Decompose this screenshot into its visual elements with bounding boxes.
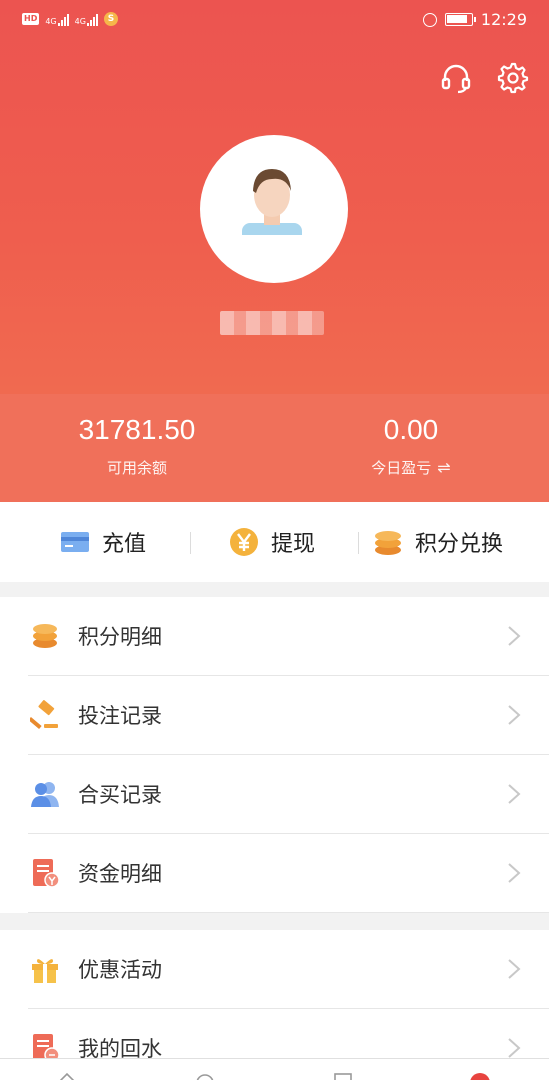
recharge-button[interactable]: 充值: [60, 502, 146, 582]
alarm-icon: [422, 12, 437, 27]
account-screen: HD 4G 4G S 12:29 31781.50 可用余额 0.00 今日盈亏…: [0, 0, 549, 1080]
status-left: HD 4G 4G S: [22, 12, 118, 26]
status-right: 12:29: [422, 10, 527, 29]
today-profit[interactable]: 0.00 今日盈亏 ⇌: [274, 394, 548, 502]
signal-icon: 4G: [45, 12, 69, 26]
menu-item-points-detail[interactable]: 积分明细: [0, 597, 549, 676]
profile-header: HD 4G 4G S 12:29: [0, 0, 549, 394]
discover-tab-icon[interactable]: [194, 1071, 216, 1080]
points-exchange-label: 积分兑换: [415, 532, 504, 557]
today-profit-value: 0.00: [383, 414, 439, 445]
today-profit-label: 今日盈亏: [371, 459, 432, 477]
divider: [358, 532, 359, 554]
app-notification-icon: S: [103, 12, 118, 26]
withdraw-button[interactable]: 提现: [229, 502, 315, 582]
chevron-right-icon: [508, 784, 521, 804]
menu-item-label: 资金明细: [78, 862, 162, 886]
gear-icon[interactable]: [497, 62, 529, 94]
recharge-label: 充值: [102, 532, 147, 557]
balance-panel: 31781.50 可用余额 0.00 今日盈亏 ⇌: [0, 394, 549, 502]
menu-item-label: 合买记录: [78, 783, 162, 807]
avatar-image: [242, 169, 302, 235]
yen-coin-icon: [230, 528, 258, 556]
chevron-right-icon: [508, 959, 521, 979]
battery-icon: [444, 13, 476, 26]
my-tab-icon[interactable]: [470, 1073, 490, 1080]
nickname-blurred: [220, 311, 324, 335]
menu-item-label: 积分明细: [78, 625, 162, 649]
users-icon: [31, 782, 59, 807]
chevron-right-icon: [508, 1038, 521, 1058]
available-balance-value: 31781.50: [78, 414, 196, 445]
menu-item-group-buy-records[interactable]: 合买记录: [0, 755, 549, 834]
chevron-right-icon: [508, 626, 521, 646]
gavel-icon: [30, 700, 58, 730]
gift-icon: [32, 959, 58, 983]
chevron-right-icon: [508, 863, 521, 883]
chevron-right-icon: [508, 705, 521, 725]
bill-icon: [33, 859, 60, 888]
signal-icon-2: 4G: [75, 12, 98, 26]
network-type-1: 4G: [45, 17, 57, 26]
card-icon: [61, 532, 89, 552]
coins-stack-icon: [375, 531, 401, 555]
menu-item-bet-records[interactable]: 投注记录: [0, 676, 549, 755]
row-divider: [28, 912, 549, 913]
today-profit-label-wrap: 今日盈亏 ⇌: [274, 457, 548, 478]
menu-item-promotions[interactable]: 优惠活动: [0, 930, 549, 1009]
bottom-tab-bar: [0, 1058, 549, 1080]
menu-item-label: 优惠活动: [78, 958, 162, 982]
hd-badge: HD: [22, 13, 40, 25]
coins-icon: [33, 624, 57, 648]
points-exchange-button[interactable]: 积分兑换: [373, 502, 503, 582]
withdraw-label: 提现: [271, 532, 316, 557]
available-balance-label: 可用余额: [106, 459, 167, 477]
status-bar: HD 4G 4G S 12:29: [0, 0, 549, 44]
avatar[interactable]: [200, 135, 348, 283]
menu-item-fund-details[interactable]: 资金明细: [0, 834, 549, 913]
home-tab-icon[interactable]: [56, 1071, 78, 1080]
orders-tab-icon[interactable]: [332, 1071, 354, 1080]
menu-group-records: 积分明细 投注记录 合买记录 资金明细: [0, 597, 549, 913]
swap-icon[interactable]: ⇌: [437, 458, 450, 477]
menu-item-label: 投注记录: [78, 704, 162, 728]
available-balance[interactable]: 31781.50 可用余额: [0, 394, 274, 502]
network-type-2: 4G: [74, 17, 86, 26]
clock: 12:29: [480, 10, 527, 29]
headset-icon[interactable]: [440, 62, 472, 94]
divider: [190, 532, 191, 554]
quick-actions: 充值 提现 积分兑换: [0, 502, 549, 582]
